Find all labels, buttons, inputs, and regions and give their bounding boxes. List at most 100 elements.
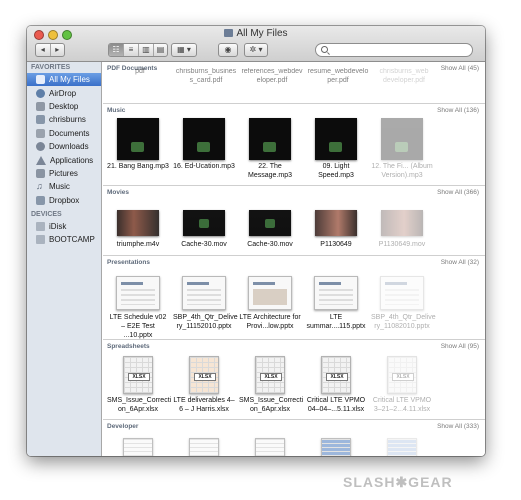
file-item[interactable]: 09. Light Speed.mp3: [303, 118, 369, 180]
icon-view-button[interactable]: ☷: [109, 44, 124, 56]
sidebar-item-dropbox[interactable]: Dropbox: [27, 194, 101, 207]
drive-icon: [36, 235, 45, 245]
video-thumbnail: [117, 210, 159, 236]
section-movies: Movies Show All (366) triumphe.m4v Cache…: [103, 186, 485, 256]
sidebar-item-home[interactable]: chrisburns: [27, 113, 101, 126]
sidebar: FAVORITES All My Files AirDrop Desktop c…: [27, 62, 102, 456]
album-art-thumbnail: [381, 118, 423, 160]
file-item[interactable]: [303, 438, 369, 456]
video-thumbnail: [183, 210, 225, 236]
show-all-link[interactable]: Show All (45): [441, 62, 479, 76]
back-forward-control[interactable]: ◂ ▸: [35, 43, 65, 57]
favorites-header: FAVORITES: [31, 64, 71, 71]
document-thumbnail: [255, 438, 285, 456]
file-item[interactable]: 21. Bang Bang.mp3: [105, 118, 171, 180]
document-thumbnail: [123, 438, 153, 456]
document-thumbnail: [321, 438, 351, 456]
file-item[interactable]: SBP_4th_Qtr_Delive ry_11082010.pptx: [369, 276, 436, 340]
forward-button[interactable]: ▸: [51, 44, 65, 56]
file-item[interactable]: P1130649.mov: [369, 210, 435, 249]
all-files-icon: [36, 75, 45, 85]
file-item[interactable]: [105, 438, 171, 456]
file-item[interactable]: references_webdev eloper.pdf: [239, 67, 305, 85]
presentation-thumbnail: [380, 276, 424, 310]
xlsx-badge: XLSX: [128, 373, 150, 381]
sidebar-item-airdrop[interactable]: AirDrop: [27, 86, 101, 99]
spreadsheet-thumbnail: XLSX: [321, 356, 351, 394]
devices-header: DEVICES: [31, 210, 62, 218]
sidebar-item-downloads[interactable]: Downloads: [27, 140, 101, 153]
applications-icon: [36, 155, 46, 165]
finder-window: All My Files ◂ ▸ ☷ ≡ ▥ ▤ ▦ ▾ ◉ ✲ ▾ FAVOR…: [27, 26, 485, 456]
file-item[interactable]: LTE summar....115.pptx: [303, 276, 369, 340]
section-presentations: Presentations Show All (32) LTE Schedule…: [103, 256, 485, 340]
file-item[interactable]: [237, 438, 303, 456]
developer-items: [103, 438, 485, 456]
file-item[interactable]: XLSX LTE deliverables 4–6 – J Harris.xlsx: [171, 356, 237, 414]
file-item[interactable]: [171, 438, 237, 456]
window-title: All My Files: [27, 28, 485, 39]
file-item[interactable]: chrisburns_busines s_card.pdf: [173, 67, 239, 85]
coverflow-view-button[interactable]: ▤: [154, 44, 167, 56]
show-all-link[interactable]: Show All (366): [437, 186, 479, 200]
document-thumbnail: [189, 438, 219, 456]
file-item[interactable]: XLSX SMS_Issue_Correcti on_6Apr.xlsx: [105, 356, 171, 414]
file-item[interactable]: XLSX SMS_Issue_Correcti on_6Apr.xlsx: [237, 356, 303, 414]
movie-items: triumphe.m4v Cache-30.mov Cache-30.mov P…: [103, 210, 485, 249]
file-item[interactable]: Cache-30.mov: [237, 210, 303, 249]
search-field[interactable]: [315, 43, 473, 57]
list-view-button[interactable]: ≡: [124, 44, 139, 56]
video-thumbnail: [381, 210, 423, 236]
sidebar-item-idisk[interactable]: iDisk: [27, 220, 101, 233]
presentation-items: LTE Schedule v02 – E2E Test ...10.pptx S…: [103, 276, 485, 340]
xlsx-badge: XLSX: [326, 373, 348, 381]
file-item[interactable]: P1130649: [303, 210, 369, 249]
music-items: 21. Bang Bang.mp3 16. Ed-Ucation.mp3 22.…: [103, 118, 485, 180]
quicklook-button[interactable]: ◉: [218, 43, 238, 57]
sidebar-item-music[interactable]: ♫ Music: [27, 180, 101, 193]
presentation-thumbnail: [314, 276, 358, 310]
column-view-button[interactable]: ▥: [139, 44, 154, 56]
file-item[interactable]: chrisburns_web developer.pdf: [371, 67, 437, 85]
pdf-items: pdf chrisburns_busines s_card.pdf refere…: [105, 67, 437, 85]
show-all-link[interactable]: Show All (95): [441, 340, 479, 354]
section-developer: Developer Show All (333): [103, 420, 485, 456]
file-item[interactable]: Cache-30.mov: [171, 210, 237, 249]
view-mode-control[interactable]: ☷ ≡ ▥ ▤: [108, 43, 168, 57]
file-item[interactable]: XLSX Critical LTE VPMO 04–04–...5.11.xlsx: [303, 356, 369, 414]
sidebar-item-all-my-files[interactable]: All My Files: [27, 73, 101, 87]
documents-icon: [36, 128, 45, 138]
action-button[interactable]: ✲ ▾: [244, 43, 268, 57]
spreadsheet-thumbnail: XLSX: [123, 356, 153, 394]
show-all-link[interactable]: Show All (333): [437, 420, 479, 434]
sidebar-item-desktop[interactable]: Desktop: [27, 100, 101, 113]
file-item[interactable]: XLSX Critical LTE VPMO 3–21–2...4.11.xlsx: [369, 356, 435, 414]
file-item[interactable]: 12. The Fi... (Album Version).mp3: [369, 118, 435, 180]
document-thumbnail: [387, 438, 417, 456]
back-button[interactable]: ◂: [36, 44, 51, 56]
file-item[interactable]: pdf: [107, 67, 173, 85]
file-item[interactable]: [369, 438, 435, 456]
album-art-thumbnail: [183, 118, 225, 160]
file-item[interactable]: 22. The Message.mp3: [237, 118, 303, 180]
file-item[interactable]: resume_webdevelo per.pdf: [305, 67, 371, 85]
xlsx-badge: XLSX: [194, 373, 216, 381]
watermark-logo: SLASH✱GEAR: [343, 474, 453, 490]
section-title: Music: [107, 107, 126, 114]
downloads-icon: [36, 142, 45, 152]
file-item[interactable]: triumphe.m4v: [105, 210, 171, 249]
sidebar-item-pictures[interactable]: Pictures: [27, 167, 101, 180]
show-all-link[interactable]: Show All (32): [441, 256, 479, 270]
file-item[interactable]: LTE Schedule v02 – E2E Test ...10.pptx: [105, 276, 171, 340]
sidebar-item-applications[interactable]: Applications: [27, 153, 101, 166]
sidebar-item-bootcamp[interactable]: BOOTCAMP: [27, 233, 101, 246]
file-item[interactable]: 16. Ed-Ucation.mp3: [171, 118, 237, 180]
file-item[interactable]: LTE Architecture for Provi...low.pptx: [237, 276, 303, 340]
spreadsheet-items: XLSX SMS_Issue_Correcti on_6Apr.xlsx XLSX…: [103, 356, 485, 414]
show-all-link[interactable]: Show All (136): [437, 104, 479, 118]
section-spreadsheets: Spreadsheets Show All (95) XLSX SMS_Issue…: [103, 340, 485, 420]
sidebar-item-documents[interactable]: Documents: [27, 127, 101, 140]
file-item[interactable]: SBP_4th_Qtr_Delive ry_11152010.pptx: [171, 276, 238, 340]
section-music: Music Show All (136) 21. Bang Bang.mp3 1…: [103, 104, 485, 186]
arrange-button[interactable]: ▦ ▾: [171, 43, 197, 57]
